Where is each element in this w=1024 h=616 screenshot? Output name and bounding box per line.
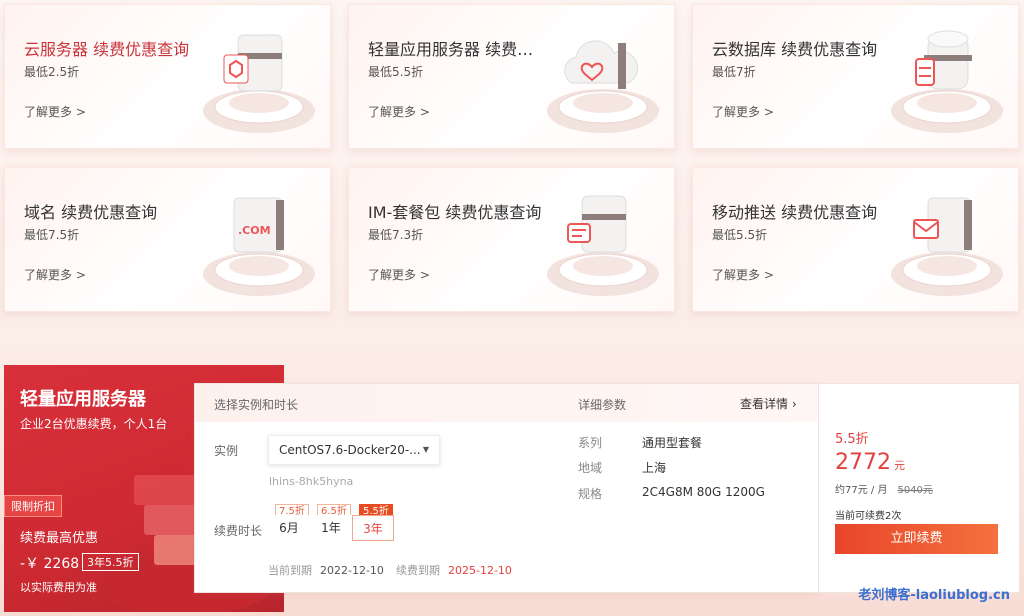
promo-label: 续费最高优惠 (20, 531, 99, 546)
caret-down-icon: ▼ (422, 445, 429, 454)
limited-discount-tag: 限制折扣 (4, 495, 62, 517)
learn-more-link[interactable]: 了解更多 > (368, 103, 430, 120)
card-discount: 最低7折 (712, 65, 756, 79)
card-discount: 最低5.5折 (712, 228, 768, 242)
server-icon (203, 34, 315, 133)
duration-option-3y[interactable]: 3年 (352, 515, 394, 541)
promo-title: 轻量应用服务器 (20, 389, 146, 410)
im-chat-icon (547, 195, 659, 296)
panel-header-left: 选择实例和时长 (214, 398, 299, 412)
original-price: 5040元 (897, 485, 933, 496)
duration-option-1y[interactable]: 1年 (310, 515, 352, 541)
instance-select[interactable]: CentOS7.6-Docker20-... ▼ (268, 435, 440, 465)
instance-id: lhins-8hk5hyna (269, 475, 354, 488)
price-value: 2772 (835, 450, 891, 475)
promo-badge: 3年5.5折 (82, 553, 139, 571)
cloud-heart-icon (547, 40, 659, 133)
current-expiry-date: 2022-12-10 (320, 564, 384, 577)
current-expiry: 当前到期 2022-12-10 (268, 562, 384, 578)
panel-header-mid: 详细参数 (578, 398, 627, 412)
spec-value: 上海 (642, 461, 667, 475)
mail-push-icon (891, 197, 1003, 296)
card-discount: 最低7.3折 (368, 228, 424, 242)
panel-header: 选择实例和时长 详细参数 查看详情 › (195, 384, 818, 422)
instance-label: 实例 (214, 444, 239, 458)
card-title: 云数据库 续费优惠查询 (712, 40, 878, 59)
spec-key: 系列 (578, 436, 603, 450)
price-unit: 元 (894, 459, 905, 472)
card-title: IM-套餐包 续费优惠查询 (368, 203, 542, 222)
card-cdb[interactable]: 云数据库 续费优惠查询 最低7折 了解更多 > (692, 4, 1019, 149)
monthly-price: 约77元 / 月 (835, 485, 888, 496)
domain-com-icon: .COM (203, 197, 315, 296)
svg-text:.COM: .COM (238, 224, 271, 237)
promo-note: 以实际费用为准 (20, 581, 97, 594)
price-monthly: 约77元 / 月 5040元 (835, 481, 933, 496)
view-details-label: 查看详情 (740, 397, 789, 411)
card-title: 域名 续费优惠查询 (24, 203, 158, 222)
card-domain[interactable]: 域名 续费优惠查询 最低7.5折 了解更多 > .COM (4, 167, 331, 312)
renew-expiry-date: 2025-12-10 (448, 564, 512, 577)
price-discount: 5.5折 (835, 432, 869, 447)
card-lighthouse[interactable]: 轻量应用服务器 续费优... 最低5.5折 了解更多 > (348, 4, 675, 149)
renew-now-button[interactable]: 立即续费 (835, 524, 998, 554)
card-discount: 最低5.5折 (368, 65, 424, 79)
learn-more-link[interactable]: 了解更多 > (712, 103, 774, 120)
card-title: 云服务器 续费优惠查询 (24, 40, 190, 59)
learn-more-link[interactable]: 了解更多 > (24, 103, 86, 120)
database-icon (891, 30, 1003, 133)
learn-more-link[interactable]: 了解更多 > (712, 266, 774, 283)
card-title: 移动推送 续费优惠查询 (712, 203, 878, 222)
card-im[interactable]: IM-套餐包 续费优惠查询 最低7.3折 了解更多 > (348, 167, 675, 312)
view-details-link[interactable]: 查看详情 › (740, 395, 797, 412)
instance-value: CentOS7.6-Docker20-... (279, 443, 421, 457)
card-discount: 最低2.5折 (24, 65, 80, 79)
spec-key: 地域 (578, 461, 603, 475)
card-title: 轻量应用服务器 续费优... (368, 40, 546, 59)
duration-option-6m[interactable]: 6月 (268, 515, 310, 541)
renew-panel: 选择实例和时长 详细参数 查看详情 › 实例 CentOS7.6-Docker2… (194, 383, 819, 593)
price-total: 2772 元 (835, 450, 905, 475)
chevron-right-icon: › (791, 397, 797, 411)
duration-label: 续费时长 (214, 524, 263, 538)
renew-expiry: 续费到期 2025-12-10 (396, 562, 512, 578)
card-discount: 最低7.5折 (24, 228, 80, 242)
spec-value: 2C4G8M 80G 1200G (642, 485, 765, 499)
spec-key: 规格 (578, 487, 603, 501)
promo-saving: -￥ 2268 (20, 556, 80, 572)
promo-subtitle: 企业2台优惠续费，个人1台 (20, 417, 168, 431)
renew-expiry-label: 续费到期 (396, 564, 440, 577)
card-cvm[interactable]: 云服务器 续费优惠查询 最低2.5折 了解更多 > (4, 4, 331, 149)
current-expiry-label: 当前到期 (268, 564, 312, 577)
spec-value: 通用型套餐 (642, 436, 703, 450)
learn-more-link[interactable]: 了解更多 > (24, 266, 86, 283)
card-tpns[interactable]: 移动推送 续费优惠查询 最低5.5折 了解更多 > (692, 167, 1019, 312)
renew-times: 当前可续费2次 (835, 511, 902, 522)
price-box: 5.5折 2772 元 约77元 / 月 5040元 当前可续费2次 立即续费 (819, 383, 1020, 593)
learn-more-link[interactable]: 了解更多 > (368, 266, 430, 283)
watermark: 老刘博客-laoliublog.cn (858, 588, 1010, 603)
